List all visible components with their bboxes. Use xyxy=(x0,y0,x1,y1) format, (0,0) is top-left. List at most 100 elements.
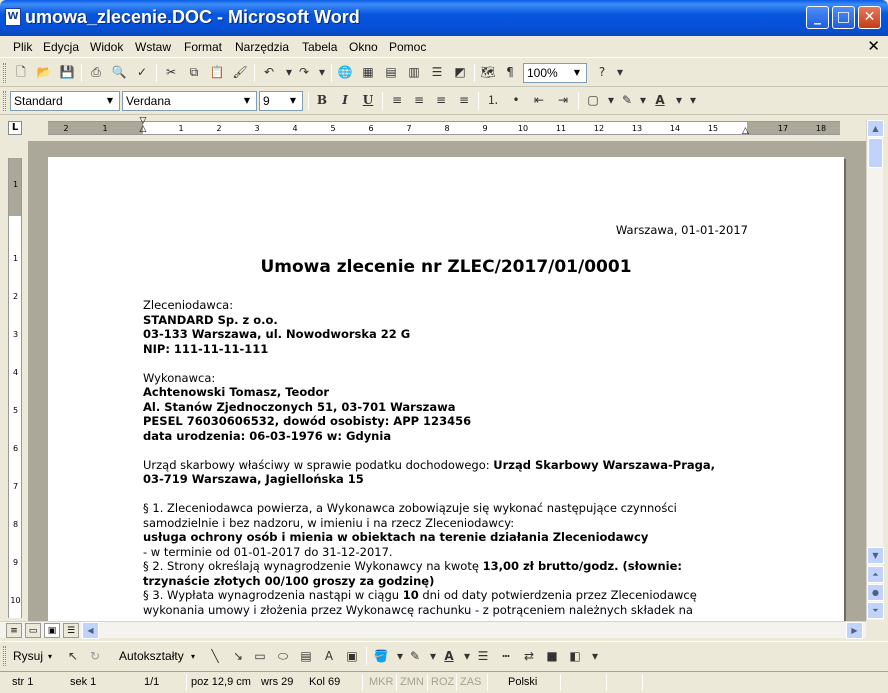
vertical-scrollbar[interactable]: ▲ ▼ ⏶ ● ⏷ xyxy=(866,120,884,620)
toolbar-options-icon[interactable]: ▾ xyxy=(684,91,702,109)
menu-tabela[interactable]: Tabela xyxy=(302,40,337,54)
menu-okno[interactable]: Okno xyxy=(349,40,378,54)
scroll-right-icon[interactable]: ▶ xyxy=(846,622,863,639)
document-close-icon[interactable]: ✕ xyxy=(867,37,880,55)
normal-view-icon[interactable]: ≡ xyxy=(6,623,22,638)
close-button[interactable]: ✕ xyxy=(858,6,881,29)
numbering-icon[interactable]: ⒈ xyxy=(484,91,502,109)
menu-narzedzia[interactable]: Narzędzia xyxy=(235,40,289,54)
line-icon[interactable]: ╲ xyxy=(206,647,224,665)
menu-format[interactable]: Format xyxy=(184,40,222,54)
chevron-down-icon[interactable]: ▼ xyxy=(240,93,254,109)
font-select[interactable]: Verdana ▼ xyxy=(122,91,257,111)
open-icon[interactable]: 📂 xyxy=(35,63,53,81)
borders-icon[interactable]: ▢ xyxy=(584,91,602,109)
horizontal-scrollbar[interactable]: ≡ ▭ ▣ ☰ ◀ ▶ xyxy=(0,621,866,639)
font-size-select[interactable]: 9 ▼ xyxy=(259,91,303,111)
select-objects-icon[interactable]: ↖ xyxy=(64,647,82,665)
minimize-button[interactable]: _ xyxy=(806,6,829,29)
chevron-down-icon[interactable]: ▼ xyxy=(103,93,117,109)
italic-button[interactable]: I xyxy=(336,91,354,109)
toolbar-grip[interactable] xyxy=(3,91,6,111)
menu-wstaw[interactable]: Wstaw xyxy=(135,40,171,54)
line-style-icon[interactable]: ☰ xyxy=(474,647,492,665)
fill-color-icon[interactable]: 🪣 xyxy=(372,647,390,665)
arrow-icon[interactable]: ↘ xyxy=(229,647,247,665)
cut-icon[interactable]: ✂ xyxy=(162,63,180,81)
chevron-down-icon[interactable]: ▼ xyxy=(286,93,300,109)
arrow-style-icon[interactable]: ⇄ xyxy=(520,647,538,665)
vertical-ruler[interactable]: 1 1 2 3 4 5 6 7 8 9 10 xyxy=(8,158,22,618)
align-left-icon[interactable]: ≡ xyxy=(388,91,406,109)
chevron-down-icon[interactable]: ▼ xyxy=(570,65,584,81)
clip-art-icon[interactable]: ▣ xyxy=(343,647,361,665)
browse-object-icon[interactable]: ● xyxy=(867,584,884,601)
maximize-button[interactable]: □ xyxy=(832,6,855,29)
line-color-icon[interactable]: ✎ xyxy=(406,647,424,665)
redo-dropdown-icon[interactable]: ▾ xyxy=(313,63,331,81)
spelling-icon[interactable]: ✓ xyxy=(133,63,151,81)
format-painter-icon[interactable]: 🖌 xyxy=(231,63,249,81)
status-extend[interactable]: ROZ xyxy=(431,676,454,688)
web-layout-icon[interactable]: ▭ xyxy=(25,623,41,638)
free-rotate-icon[interactable]: ↻ xyxy=(86,647,104,665)
font-color-icon[interactable]: A xyxy=(440,647,458,665)
decrease-indent-icon[interactable]: ⇤ xyxy=(530,91,548,109)
underline-button[interactable]: U xyxy=(359,91,377,109)
3d-icon[interactable]: ◧ xyxy=(566,647,584,665)
paste-icon[interactable]: 📋 xyxy=(208,63,226,81)
print-layout-icon[interactable]: ▣ xyxy=(44,623,60,638)
font-color-icon[interactable]: A xyxy=(651,91,669,109)
justify-icon[interactable]: ≡ xyxy=(455,91,473,109)
toolbar-grip[interactable] xyxy=(3,63,6,83)
chevron-down-icon[interactable]: ▾ xyxy=(48,652,52,661)
chevron-down-icon[interactable]: ▾ xyxy=(191,652,195,661)
toolbar-options-icon[interactable]: ▾ xyxy=(586,647,604,665)
bullets-icon[interactable]: • xyxy=(507,91,525,109)
save-icon[interactable]: 💾 xyxy=(58,63,76,81)
rectangle-icon[interactable]: ▭ xyxy=(251,647,269,665)
next-page-icon[interactable]: ⏷ xyxy=(867,602,884,619)
wordart-icon[interactable]: A xyxy=(320,647,338,665)
drawing-icon[interactable]: ◩ xyxy=(451,63,469,81)
copy-icon[interactable]: ⧉ xyxy=(185,63,203,81)
horizontal-ruler[interactable]: 2 1 1 2 3 4 5 6 7 8 9 10 11 12 13 14 15 … xyxy=(48,121,840,135)
toolbar-grip[interactable] xyxy=(3,646,6,666)
show-formatting-icon[interactable]: ¶ xyxy=(501,63,519,81)
shadow-icon[interactable]: ■ xyxy=(543,647,561,665)
align-right-icon[interactable]: ≡ xyxy=(432,91,450,109)
previous-page-icon[interactable]: ⏶ xyxy=(867,566,884,583)
word-doc-icon[interactable]: W xyxy=(5,8,21,26)
outline-view-icon[interactable]: ☰ xyxy=(63,623,79,638)
bold-button[interactable]: B xyxy=(313,91,331,109)
menu-edycja[interactable]: Edycja xyxy=(43,40,79,54)
status-track-changes[interactable]: ZMN xyxy=(400,676,424,688)
highlight-dropdown-icon[interactable]: ▾ xyxy=(634,91,652,109)
new-icon[interactable]: 🗋 xyxy=(12,63,30,81)
help-icon[interactable]: ? xyxy=(593,63,611,81)
document-page[interactable]: Warszawa, 01-01-2017 Umowa zlecenie nr Z… xyxy=(48,157,844,621)
menu-pomoc[interactable]: Pomoc xyxy=(389,40,426,54)
right-indent-marker-icon[interactable]: △ xyxy=(742,126,749,136)
toolbar-options-icon[interactable]: ▾ xyxy=(611,63,629,81)
redo-icon[interactable]: ↷ xyxy=(295,63,313,81)
scroll-thumb[interactable] xyxy=(868,138,883,168)
zoom-select[interactable]: 100% ▼ xyxy=(523,63,587,83)
text-box-icon[interactable]: ▤ xyxy=(297,647,315,665)
indent-marker-icon[interactable]: ▽ △ xyxy=(138,117,148,134)
scroll-up-icon[interactable]: ▲ xyxy=(867,120,884,137)
menu-plik[interactable]: Plik xyxy=(13,40,32,54)
undo-icon[interactable]: ↶ xyxy=(260,63,278,81)
scroll-left-icon[interactable]: ◀ xyxy=(82,622,99,639)
draw-menu-button[interactable]: Rysuj xyxy=(13,649,43,663)
scroll-down-icon[interactable]: ▼ xyxy=(867,547,884,564)
autoshapes-menu-button[interactable]: Autokształty xyxy=(119,649,184,663)
status-record[interactable]: MKR xyxy=(369,676,393,688)
document-map-icon[interactable]: 🗺 xyxy=(479,63,497,81)
dash-style-icon[interactable]: ┅ xyxy=(497,647,515,665)
oval-icon[interactable]: ⬭ xyxy=(274,647,292,665)
increase-indent-icon[interactable]: ⇥ xyxy=(554,91,572,109)
columns-icon[interactable]: ☰ xyxy=(428,63,446,81)
align-center-icon[interactable]: ≡ xyxy=(410,91,428,109)
insert-table-icon[interactable]: ▤ xyxy=(382,63,400,81)
